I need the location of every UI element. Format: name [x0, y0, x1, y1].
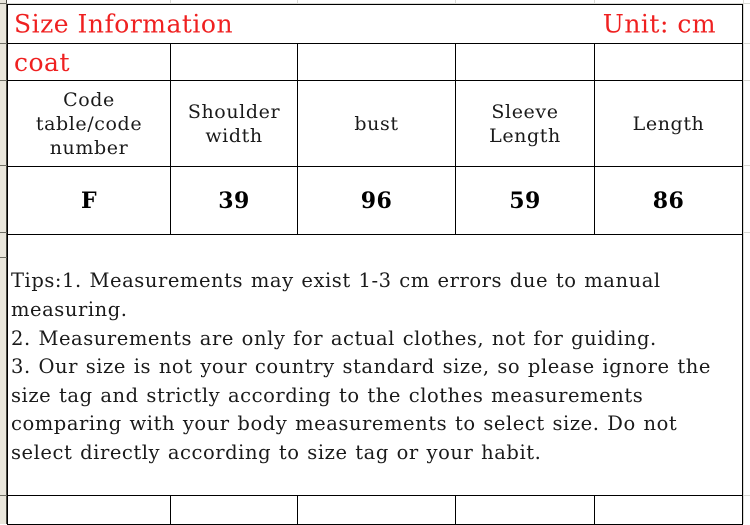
spreadsheet-canvas: Size Information Unit: cm coat Code tabl…: [0, 0, 750, 525]
cell-sleeve-length: 59: [455, 166, 595, 235]
column-header-code: Code table/code number: [7, 80, 171, 167]
page-title: Size Information: [14, 9, 234, 39]
cell-bust: 96: [297, 166, 456, 235]
empty-cell: [455, 495, 595, 525]
category-empty-cell: [593, 43, 744, 81]
table-row-title: Size Information Unit: cm: [6, 4, 744, 44]
row-header-gutter: [0, 0, 7, 524]
empty-cell: [593, 495, 744, 525]
cell-length: 86: [593, 166, 744, 235]
column-header-length: Length: [593, 80, 744, 167]
category-label: coat: [14, 47, 71, 77]
size-information-table: Size Information Unit: cm coat Code tabl…: [6, 4, 744, 525]
table-row-empty: [7, 495, 744, 525]
empty-cell: [7, 495, 171, 525]
column-header-shoulder-width: Shoulder width: [170, 80, 298, 167]
category-empty-cell: [297, 43, 456, 81]
category-empty-cell: [170, 43, 298, 81]
table-row-category: coat: [7, 43, 744, 81]
category-empty-cell: [455, 43, 595, 81]
cell-shoulder-width: 39: [170, 166, 298, 235]
grid-line-vertical: [743, 0, 744, 524]
table-row-tips: Tips:1. Measurements may exist 1-3 cm er…: [6, 234, 744, 496]
tips-line-2: 2. Measurements are only for actual clot…: [11, 326, 657, 350]
column-header-sleeve-length: Sleeve Length: [455, 80, 595, 167]
category-cell: coat: [7, 43, 171, 81]
empty-cell: [170, 495, 298, 525]
table-header-row: Code table/code number Shoulder width bu…: [7, 80, 744, 167]
cell-code: F: [7, 166, 171, 235]
tips-cell: Tips:1. Measurements may exist 1-3 cm er…: [6, 234, 744, 496]
tips-line-1: Tips:1. Measurements may exist 1-3 cm er…: [11, 269, 661, 322]
empty-cell: [297, 495, 456, 525]
table-row: F 39 96 59 86: [7, 166, 744, 235]
column-header-bust: bust: [297, 80, 456, 167]
title-cell: Size Information Unit: cm: [6, 4, 744, 44]
tips-block: Tips:1. Measurements may exist 1-3 cm er…: [8, 262, 742, 467]
tips-line-3: 3. Our size is not your country standard…: [11, 355, 711, 464]
unit-label: Unit: cm: [602, 9, 717, 39]
